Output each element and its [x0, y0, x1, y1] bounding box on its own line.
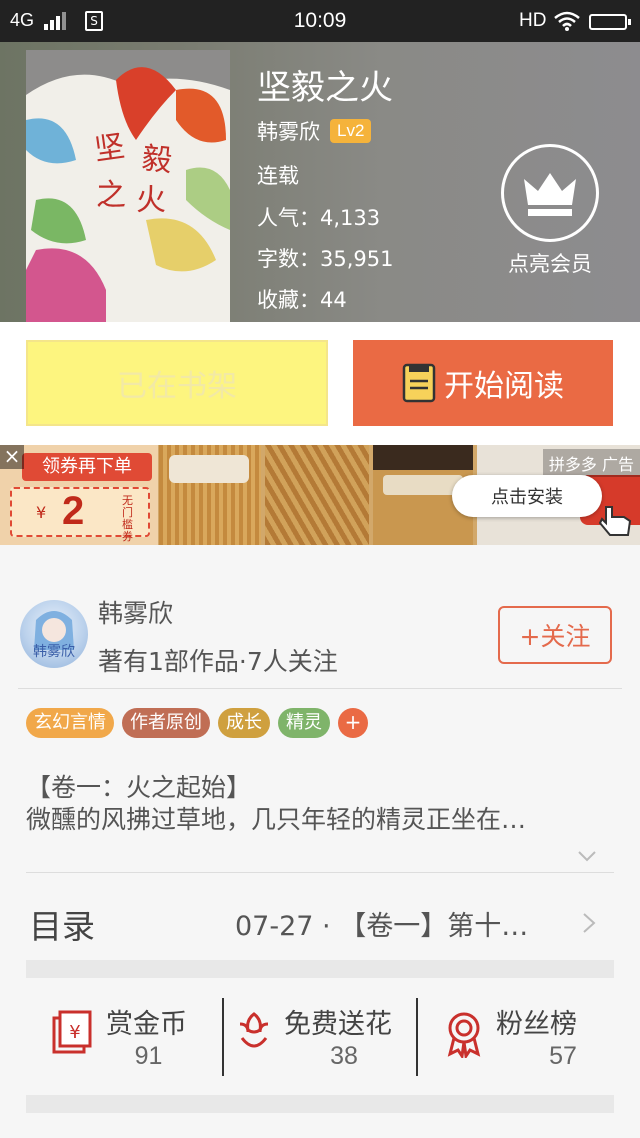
install-label: 点击安装 — [491, 487, 563, 508]
author-card: 韩雾欣 韩雾欣 著有1部作品·7人关注 +关注 — [0, 582, 640, 692]
medal-icon — [447, 1012, 481, 1058]
level-badge: Lv2 — [330, 119, 372, 143]
reward-coins-count: 91 — [134, 1042, 163, 1070]
section-separator — [26, 960, 614, 978]
book-header: 坚 毅 之 火 坚毅之火 韩雾欣 Lv2 连载 人气：4,133 字数：35,9… — [0, 42, 640, 322]
popularity: 人气：4,133 — [257, 206, 381, 230]
ad-install-button[interactable]: 点击安装 — [452, 475, 602, 517]
svg-text:毅: 毅 — [140, 141, 173, 179]
fan-ranking-count: 57 — [549, 1042, 577, 1070]
divider — [18, 688, 622, 689]
coupon-note: 无门槛券 — [122, 494, 133, 543]
follow-label: +关注 — [519, 622, 591, 651]
book-status: 连载 — [257, 164, 299, 188]
follow-button[interactable]: +关注 — [498, 606, 612, 664]
fan-ranking-stat[interactable]: 粉丝榜 57 — [418, 996, 614, 1078]
ad-image-2 — [265, 445, 369, 545]
in-shelf-button[interactable]: 已在书架 — [26, 340, 328, 426]
tag-list: 玄幻言情 作者原创 成长 精灵 + — [26, 708, 368, 738]
book-icon — [402, 363, 436, 403]
coupon-ticket: ¥ 2 无门槛券 — [10, 487, 150, 543]
crown-icon — [501, 144, 599, 242]
tag-item[interactable]: 玄幻言情 — [26, 708, 114, 738]
section-separator — [26, 1095, 614, 1113]
svg-text:坚: 坚 — [92, 129, 127, 168]
status-bar: 4G S 10:09 HD — [0, 0, 640, 42]
svg-text:¥: ¥ — [69, 1022, 80, 1043]
svg-text:之: 之 — [96, 178, 126, 213]
coupon-amount: 2 — [62, 489, 85, 533]
toc-title: 目录 — [29, 907, 95, 946]
flower-icon — [239, 1012, 269, 1048]
ad-image-1 — [159, 445, 261, 545]
fan-ranking-label: 粉丝榜 — [496, 1009, 577, 1040]
wifi-icon — [554, 11, 580, 31]
chevron-right-icon — [583, 913, 596, 933]
favorites-count: 收藏：44 — [257, 288, 347, 312]
hand-pointer-icon — [598, 506, 632, 536]
ad-sponsor-label: 拼多多 广告 — [542, 449, 640, 477]
cover-illustration: 坚 毅 之 火 — [26, 50, 230, 322]
free-flowers-stat[interactable]: 免费送花 38 — [224, 996, 416, 1078]
author-works: 著有1部作品·7人关注 — [98, 647, 338, 676]
reward-coins-label: 赏金币 — [106, 1009, 187, 1040]
ad-close-icon[interactable]: × — [0, 445, 24, 469]
author-name[interactable]: 韩雾欣 — [257, 116, 320, 146]
chevron-down-icon[interactable] — [577, 850, 597, 862]
start-reading-label: 开始阅读 — [444, 369, 564, 404]
action-bar: 已在书架 开始阅读 — [0, 322, 640, 446]
coupon-text: 领券再下单 — [22, 453, 152, 481]
start-reading-button[interactable]: 开始阅读 — [353, 340, 613, 426]
vip-label: 点亮会员 — [508, 252, 592, 276]
svg-text:火: 火 — [136, 183, 166, 218]
in-shelf-label: 已在书架 — [117, 369, 237, 404]
divider — [26, 872, 614, 873]
hd-indicator: HD — [519, 10, 547, 31]
book-title: 坚毅之火 — [257, 68, 393, 108]
stats-row: ¥ 赏金币 91 免费送花 38 粉丝榜 57 — [26, 996, 614, 1078]
free-flowers-count: 38 — [330, 1042, 358, 1070]
avatar-text: 韩雾欣 — [33, 644, 75, 660]
word-count: 字数：35,951 — [257, 247, 394, 271]
tag-item[interactable]: 作者原创 — [122, 708, 210, 738]
author-card-name[interactable]: 韩雾欣 — [98, 594, 173, 630]
add-tag-button[interactable]: + — [338, 708, 368, 738]
book-excerpt[interactable]: 【卷一：火之起始】 微醺的风拂过草地，几只年轻的精灵正坐在… — [26, 772, 616, 836]
battery-icon — [589, 14, 631, 30]
latest-chapter: 07-27 · 【卷一】第十… — [235, 911, 529, 942]
vip-button[interactable]: 点亮会员 — [500, 144, 600, 278]
excerpt-line-1: 【卷一：火之起始】 — [26, 773, 252, 802]
tag-item[interactable]: 成长 — [218, 708, 270, 738]
book-cover[interactable]: 坚 毅 之 火 — [26, 50, 230, 322]
excerpt-line-2: 微醺的风拂过草地，几只年轻的精灵正坐在… — [26, 805, 527, 834]
author-row: 韩雾欣 Lv2 — [257, 116, 372, 146]
ad-banner[interactable]: 领券再下单 ¥ 2 无门槛券 × 拼多多 广告 点击安装 — [0, 445, 640, 545]
tag-item[interactable]: 精灵 — [278, 708, 330, 738]
reward-coins-stat[interactable]: ¥ 赏金币 91 — [26, 996, 222, 1078]
author-avatar[interactable]: 韩雾欣 — [20, 600, 88, 668]
red-envelope-icon: ¥ — [52, 1010, 92, 1054]
table-of-contents-row[interactable]: 目录 07-27 · 【卷一】第十… — [26, 890, 616, 950]
free-flowers-label: 免费送花 — [284, 1009, 392, 1040]
